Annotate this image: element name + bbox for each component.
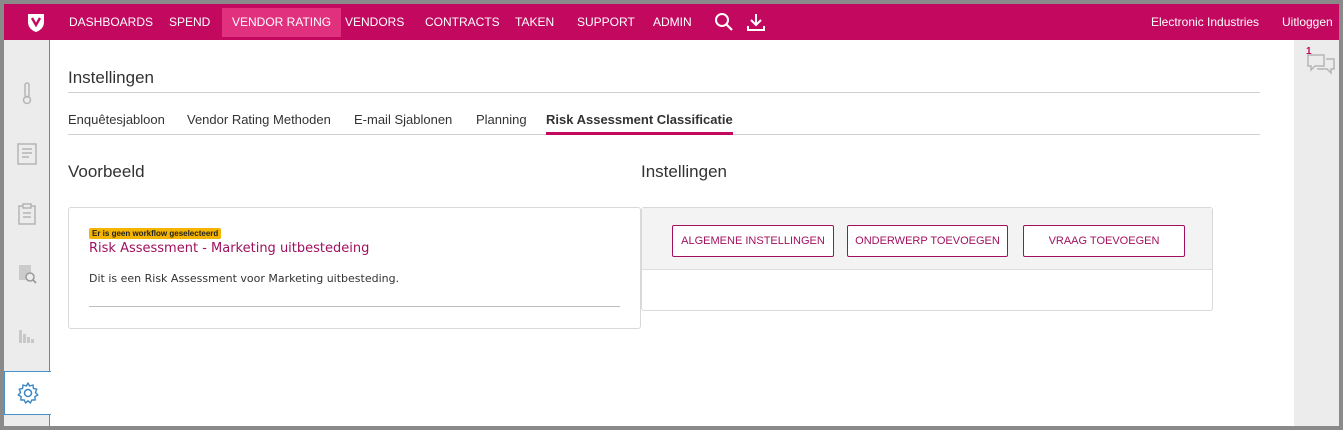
settings-heading: Instellingen (641, 162, 728, 181)
sidebar-item-settings[interactable] (4, 371, 51, 415)
chat-icon[interactable] (1306, 52, 1336, 76)
nav-contracts[interactable]: CONTRACTS (425, 4, 500, 40)
gear-icon (17, 382, 39, 404)
nav-vendor-rating[interactable]: VENDOR RATING (222, 8, 342, 37)
add-question-button[interactable]: VRAAG TOEVOEGEN (1023, 225, 1185, 257)
tab-vendor-rating-methoden[interactable]: Vendor Rating Methoden (187, 112, 331, 135)
thermometer-icon (22, 82, 32, 105)
tab-risk-assessment-classificatie[interactable]: Risk Assessment Classificatie (546, 112, 733, 135)
settings-tabs: Enquêtesjabloon Vendor Rating Methoden E… (68, 112, 1260, 135)
right-sidebar: 1 (1294, 40, 1339, 426)
bar-chart-icon (19, 330, 34, 343)
workflow-status-badge: Er is geen workflow geselecteerd (89, 228, 222, 239)
left-sidebar (4, 40, 51, 426)
tab-planning[interactable]: Planning (476, 112, 527, 135)
general-settings-button[interactable]: ALGEMENE INSTELLINGEN (672, 225, 834, 257)
sidebar-item-document[interactable] (4, 131, 50, 177)
nav-spend[interactable]: SPEND (169, 4, 210, 40)
card-divider (89, 306, 620, 307)
settings-card: ALGEMENE INSTELLINGEN ONDERWERP TOEVOEGE… (641, 207, 1213, 311)
logout-link[interactable]: Uitloggen (1282, 4, 1333, 40)
page-title: Instellingen (68, 68, 155, 87)
nav-support[interactable]: SUPPORT (577, 4, 635, 40)
preview-heading: Voorbeeld (68, 162, 145, 181)
nav-taken[interactable]: TAKEN (515, 4, 554, 40)
settings-toolbar: ALGEMENE INSTELLINGEN ONDERWERP TOEVOEGE… (642, 208, 1212, 270)
app-window: DASHBOARDS SPEND VENDOR RATING VENDORS C… (4, 4, 1339, 426)
add-subject-button[interactable]: ONDERWERP TOEVOEGEN (847, 225, 1008, 257)
nav-vendors[interactable]: VENDORS (345, 4, 404, 40)
top-navigation-bar: DASHBOARDS SPEND VENDOR RATING VENDORS C… (4, 4, 1339, 40)
company-name: Electronic Industries (1151, 15, 1260, 29)
sidebar-item-clipboard[interactable] (4, 191, 50, 237)
sidebar-item-search-documents[interactable] (4, 251, 50, 297)
sidebar-item-chart[interactable] (4, 311, 50, 357)
nav-dashboards[interactable]: DASHBOARDS (69, 4, 153, 40)
tab-enquetesjabloon[interactable]: Enquêtesjabloon (68, 112, 165, 135)
document-search-icon (19, 265, 37, 284)
document-icon (17, 143, 37, 165)
assessment-description: Dit is een Risk Assessment voor Marketin… (89, 272, 400, 285)
clipboard-icon (18, 203, 36, 225)
search-icon[interactable] (714, 12, 734, 32)
preview-card: Er is geen workflow geselecteerd Risk As… (68, 207, 641, 329)
app-logo-icon[interactable] (24, 10, 48, 34)
tab-email-sjablonen[interactable]: E-mail Sjablonen (354, 112, 452, 135)
nav-admin[interactable]: ADMIN (653, 4, 692, 40)
download-icon[interactable] (746, 12, 766, 32)
sidebar-item-thermometer[interactable] (4, 70, 50, 116)
assessment-title-link[interactable]: Risk Assessment - Marketing uitbestedein… (89, 241, 369, 256)
title-divider (68, 92, 1260, 93)
